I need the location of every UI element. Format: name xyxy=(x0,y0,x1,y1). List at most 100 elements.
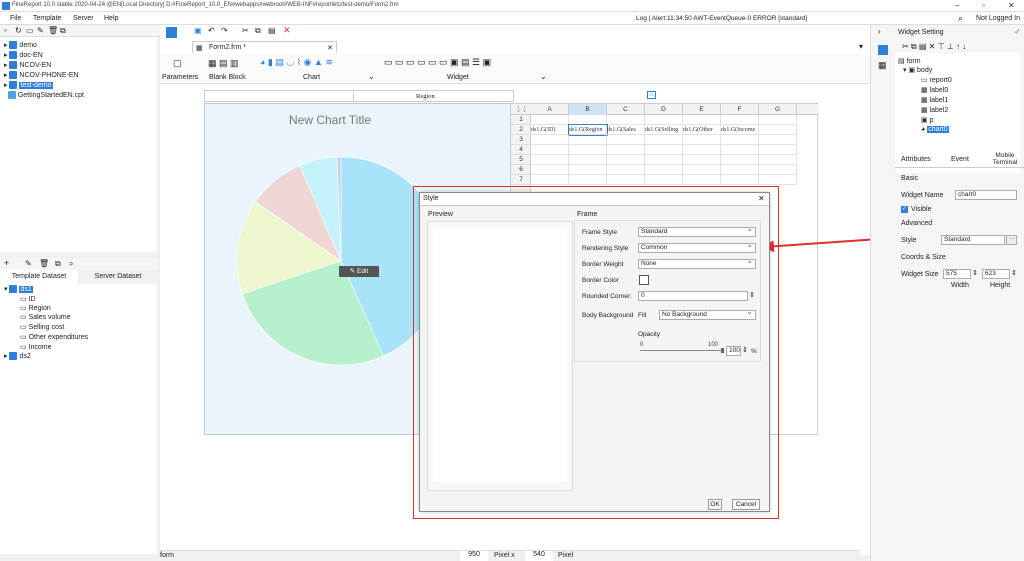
sheet-cell[interactable] xyxy=(721,135,759,145)
border-weight-select[interactable]: None xyxy=(638,257,756,269)
tree-item-test-demo[interactable]: ▸ test-demo xyxy=(4,81,53,90)
dataset-ds1[interactable]: ▾ ds1 xyxy=(4,285,33,294)
row-header[interactable]: 4 xyxy=(511,145,531,155)
tree-node-form[interactable]: ▤ form xyxy=(898,57,921,65)
tree-item-gettingstarted[interactable]: GettingStartedEN.cpt xyxy=(4,91,84,99)
rendering-style-select[interactable]: Common xyxy=(638,241,756,253)
sheet-cell[interactable] xyxy=(683,135,721,145)
sheet-cell[interactable] xyxy=(721,175,759,185)
panel-pin-icon[interactable]: ▾ xyxy=(859,42,863,51)
opacity-slider[interactable] xyxy=(640,350,723,351)
save-icon[interactable]: ▣ xyxy=(194,26,202,35)
width-stepper[interactable]: ⇕ xyxy=(972,269,978,277)
blank-block-icon[interactable]: ▦ ▤ ▥ xyxy=(208,58,239,69)
sheet-cell[interactable] xyxy=(569,115,607,125)
sheet-cell[interactable] xyxy=(531,145,569,155)
sheet-cell[interactable] xyxy=(569,145,607,155)
sheet-cell[interactable] xyxy=(531,175,569,185)
chart-label[interactable]: Chart xyxy=(303,74,320,81)
tab-template-dataset[interactable]: Template Dataset xyxy=(0,270,78,284)
column-header[interactable]: A xyxy=(531,104,569,115)
dialog-close-icon[interactable]: ✕ xyxy=(758,194,765,203)
width-input[interactable]: 575 xyxy=(943,269,971,279)
height-field[interactable]: 540 xyxy=(525,551,553,561)
component-library-icon[interactable]: ▦ xyxy=(878,60,887,71)
sheet-cell[interactable]: ds1.G(Sales xyxy=(607,125,645,135)
preview-dataset-icon[interactable]: ⧉ xyxy=(55,259,61,269)
sheet-cell[interactable]: ds1.G(Region xyxy=(568,124,608,136)
advanced-section[interactable]: Advanced xyxy=(901,220,932,227)
frame-style-select[interactable]: Standard xyxy=(638,225,756,237)
sheet-cell[interactable]: ds1.G(Income xyxy=(721,125,759,135)
tab-server-dataset[interactable]: Server Dataset xyxy=(79,270,157,284)
edit-button[interactable]: ✎ Edit xyxy=(339,266,379,277)
column-header[interactable]: C xyxy=(607,104,645,115)
delete-dataset-icon[interactable]: 🗑 xyxy=(39,259,49,268)
sheet-cell[interactable] xyxy=(607,135,645,145)
sheet-cell[interactable] xyxy=(531,115,569,125)
undo-icon[interactable]: ↶ xyxy=(208,26,215,35)
tree-node-chart0[interactable]: ◕ chart0 xyxy=(921,126,949,133)
sheet-cell[interactable] xyxy=(759,175,797,185)
field-item[interactable]: ▭ Sales volume xyxy=(20,313,71,321)
close-window-icon[interactable]: ✕ xyxy=(1008,1,1015,10)
menu-help[interactable]: Help xyxy=(104,15,118,22)
tab-event[interactable]: Event xyxy=(951,156,969,163)
expand-icon[interactable]: › xyxy=(878,27,881,36)
field-item[interactable]: ▭ Region xyxy=(20,304,51,312)
minimize-icon[interactable]: – xyxy=(955,1,959,10)
copy-icon[interactable]: ⧉ xyxy=(60,26,66,36)
row-header[interactable]: 5 xyxy=(511,155,531,165)
width-field[interactable]: 950 xyxy=(460,551,488,561)
maximize-icon[interactable]: ▫ xyxy=(982,1,985,10)
cancel-button[interactable]: Cancel xyxy=(732,499,760,510)
field-item[interactable]: ▭ Selling cost xyxy=(20,323,64,331)
parameters-icon[interactable]: ▢ xyxy=(173,58,182,69)
delete-icon[interactable]: 🗑 xyxy=(48,26,58,35)
log-alert-text[interactable]: Log | Alert:11:34:50 AWT-EventQueue-0 ER… xyxy=(636,15,807,22)
widget-label[interactable]: Widget xyxy=(447,74,469,81)
rename-icon[interactable]: ✎ xyxy=(37,26,44,35)
coords-section[interactable]: Coords & Size xyxy=(901,254,946,261)
menu-server[interactable]: Server xyxy=(73,15,94,22)
sheet-cell[interactable] xyxy=(645,145,683,155)
sheet-cell[interactable] xyxy=(759,155,797,165)
tab-mobile-terminal[interactable]: Mobile Terminal xyxy=(985,152,1024,166)
opacity-stepper[interactable]: ⇕ xyxy=(742,346,748,354)
column-header[interactable]: D xyxy=(645,104,683,115)
sheet-cell[interactable] xyxy=(607,145,645,155)
paste-icon[interactable]: ▤ xyxy=(268,26,276,35)
form-icon[interactable] xyxy=(166,27,177,38)
delete-icon[interactable]: ✕ xyxy=(283,25,291,36)
redo-icon[interactable]: ↷ xyxy=(221,26,228,35)
style-field[interactable]: Standard xyxy=(941,235,1005,245)
sheet-cell[interactable] xyxy=(721,145,759,155)
dataset-ds2[interactable]: ▸ ds2 xyxy=(4,352,31,361)
sheet-cell[interactable] xyxy=(607,175,645,185)
edit-dataset-icon[interactable]: ✎ xyxy=(25,259,32,268)
sheet-cell[interactable] xyxy=(607,115,645,125)
tab-form2[interactable]: ▦ Form2.frm * ✕ xyxy=(192,41,337,53)
sheet-cell[interactable] xyxy=(645,135,683,145)
tree-node-report0[interactable]: ▭ report0 xyxy=(921,76,952,84)
tree-item-ncov-phone-en[interactable]: ▸ NCOV-PHONE-EN xyxy=(4,71,79,80)
sheet-cell[interactable] xyxy=(569,135,607,145)
sheet-cell[interactable] xyxy=(683,115,721,125)
new-file-icon[interactable]: ▫ xyxy=(4,26,7,35)
ok-button[interactable]: OK xyxy=(708,499,722,510)
row-header[interactable]: 6 xyxy=(511,165,531,175)
sheet-cell[interactable] xyxy=(759,115,797,125)
widget-icons[interactable]: ▭ ▭ ▭ ▭ ▭ ▭ ▣ ▤ ☰ ▣ xyxy=(384,57,491,68)
sheet-cell[interactable] xyxy=(531,155,569,165)
sheet-cell[interactable] xyxy=(759,145,797,155)
widget-toolbar-icons[interactable]: ✂ ⧉ ▤ ✕ ⊤ ⊥ ↑ ↓ xyxy=(902,42,966,52)
sheet-cell[interactable] xyxy=(645,165,683,175)
sheet-cell[interactable]: ds1.G(Other xyxy=(683,125,721,135)
visible-checkbox[interactable]: ✓ xyxy=(901,206,908,213)
menu-template[interactable]: Template xyxy=(33,15,61,22)
tree-node-label1[interactable]: ▦ label1 xyxy=(921,96,948,104)
sheet-cell[interactable] xyxy=(721,115,759,125)
sheet-cell[interactable] xyxy=(569,165,607,175)
row-header[interactable]: 1 xyxy=(511,115,531,125)
tree-item-demo[interactable]: ▸ demo xyxy=(4,41,37,50)
